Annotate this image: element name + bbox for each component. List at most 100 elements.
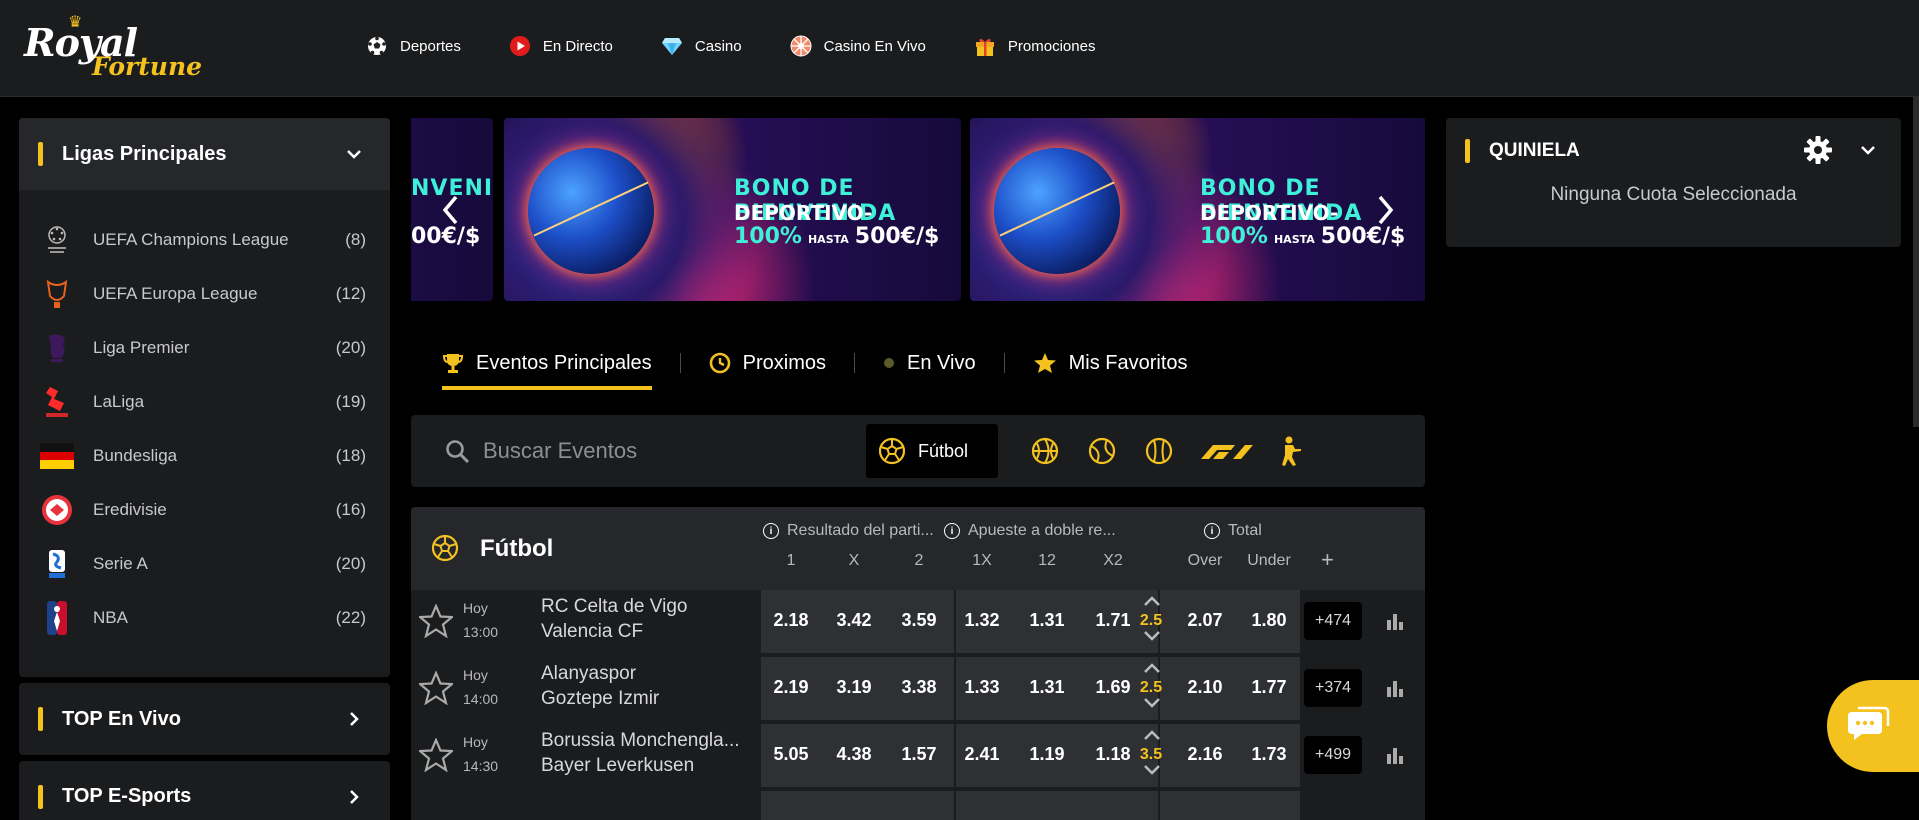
chevron-down-icon[interactable]: [1142, 763, 1162, 782]
carousel-prev-button[interactable]: [436, 190, 466, 230]
event-away-team[interactable]: Valencia CF: [541, 621, 643, 643]
odd-1x[interactable]: 1.33: [952, 677, 1012, 698]
bar-chart-icon[interactable]: [1386, 746, 1404, 769]
sport-filter-f1[interactable]: [1197, 435, 1257, 467]
promo-banner-1[interactable]: BONO DE BIENVENIDA DEPORTIVO- 100% HASTA 5…: [504, 118, 961, 301]
chevron-down-icon[interactable]: [1142, 629, 1162, 648]
table-row[interactable]: Hoy 14:30 Borussia Monchengla... Bayer L…: [411, 724, 1425, 787]
tab-proximos[interactable]: Proximos: [709, 340, 826, 386]
nav-casino-en-vivo[interactable]: Casino En Vivo: [790, 28, 926, 64]
league-item-laliga[interactable]: LaLiga (19): [19, 375, 390, 429]
odd-1x[interactable]: 2.41: [952, 744, 1012, 765]
event-home-team[interactable]: Alanyaspor: [541, 663, 636, 685]
nav-deportes[interactable]: Deportes: [366, 28, 461, 64]
search-input[interactable]: [483, 435, 783, 467]
nav-promociones[interactable]: Promociones: [974, 28, 1095, 64]
leagues-panel-header[interactable]: Ligas Principales: [19, 118, 390, 190]
odd-1[interactable]: 5.05: [761, 744, 821, 765]
odd-1x[interactable]: 1.32: [952, 610, 1012, 631]
promo-banner-carousel[interactable]: NVENIDA 00€/$ BONO DE BIENVENIDA DEPORTI…: [411, 118, 1425, 301]
more-markets-button[interactable]: +474: [1304, 602, 1362, 640]
odd-x[interactable]: 4.38: [824, 744, 884, 765]
market-doble[interactable]: i Apueste a doble re...: [944, 522, 1116, 540]
event-away-team[interactable]: Goztepe Izmir: [541, 688, 659, 710]
league-item-eredivisie[interactable]: Eredivisie (16): [19, 483, 390, 537]
royal-fortune-logo[interactable]: ♛ Royal Fortune: [24, 12, 202, 84]
sport-filter-esports[interactable]: [1273, 435, 1305, 467]
chevron-up-icon[interactable]: [1142, 594, 1162, 613]
odd-x2[interactable]: 1.71: [1083, 610, 1143, 631]
league-item-serie-a[interactable]: Serie A (20): [19, 537, 390, 591]
chevron-up-icon[interactable]: [1142, 728, 1162, 747]
favorite-star-icon[interactable]: [417, 737, 455, 777]
table-row[interactable]: Hoy 13:00 RC Celta de Vigo Valencia CF 2…: [411, 590, 1425, 653]
chevron-down-icon[interactable]: [1142, 696, 1162, 715]
league-item-liga-premier[interactable]: Liga Premier (20): [19, 321, 390, 375]
info-icon[interactable]: i: [944, 523, 960, 539]
info-icon[interactable]: i: [763, 523, 779, 539]
tab-en-vivo[interactable]: En Vivo: [883, 340, 976, 386]
quiniela-title: QUINIELA: [1489, 140, 1580, 161]
odd-12[interactable]: 1.31: [1017, 610, 1077, 631]
odd-x[interactable]: 3.42: [824, 610, 884, 631]
odd-under[interactable]: 1.80: [1239, 610, 1299, 631]
event-away-team[interactable]: Bayer Leverkusen: [541, 755, 694, 777]
sport-filter-baseball[interactable]: [1143, 435, 1175, 467]
tab-mis-favoritos[interactable]: Mis Favoritos: [1033, 340, 1188, 386]
league-item-europa-league[interactable]: UEFA Europa League (12): [19, 267, 390, 321]
odd-2[interactable]: 1.57: [889, 744, 949, 765]
chevron-down-icon[interactable]: [342, 142, 366, 166]
table-row[interactable]: Hoy 14:00 Alanyaspor Goztepe Izmir 2.19 …: [411, 657, 1425, 720]
odd-under[interactable]: 1.73: [1239, 744, 1299, 765]
live-chat-button[interactable]: [1827, 680, 1919, 772]
odd-2[interactable]: 3.59: [889, 610, 949, 631]
event-home-team[interactable]: Borussia Monchengla...: [541, 730, 740, 752]
page-scrollbar[interactable]: [1913, 97, 1919, 427]
odd-12[interactable]: 1.31: [1017, 677, 1077, 698]
league-item-bundesliga[interactable]: Bundesliga (18): [19, 429, 390, 483]
odd-2[interactable]: 3.38: [889, 677, 949, 698]
leagues-panel: Ligas Principales UEFA Champions League …: [19, 118, 390, 677]
odd-1[interactable]: 2.19: [761, 677, 821, 698]
carousel-next-button[interactable]: [1370, 190, 1400, 230]
odd-1[interactable]: 2.18: [761, 610, 821, 631]
market-total[interactable]: i Total: [1204, 522, 1262, 540]
nav-casino[interactable]: Casino: [661, 28, 742, 64]
sport-filter-tennis[interactable]: [1086, 435, 1118, 467]
bar-chart-icon[interactable]: [1386, 679, 1404, 702]
event-home-team[interactable]: RC Celta de Vigo: [541, 596, 687, 618]
leagues-panel-title: Ligas Principales: [62, 142, 227, 165]
favorite-star-icon[interactable]: [417, 603, 455, 643]
more-markets-button[interactable]: +374: [1304, 669, 1362, 707]
odd-over[interactable]: 2.07: [1175, 610, 1235, 631]
favorite-star-icon[interactable]: [417, 670, 455, 710]
info-icon[interactable]: i: [1204, 523, 1220, 539]
market-resultado[interactable]: i Resultado del parti...: [763, 522, 934, 540]
league-item-champions-league[interactable]: UEFA Champions League (8): [19, 213, 390, 267]
sport-filter-futbol[interactable]: Fútbol: [866, 424, 998, 478]
league-count: (20): [335, 338, 366, 357]
chevron-up-icon[interactable]: [1142, 661, 1162, 680]
odd-under[interactable]: 1.77: [1239, 677, 1299, 698]
tab-eventos-principales[interactable]: Eventos Principales: [442, 340, 652, 390]
odd-12[interactable]: 1.19: [1017, 744, 1077, 765]
odd-over[interactable]: 2.16: [1175, 744, 1235, 765]
league-item-nba[interactable]: NBA (22): [19, 591, 390, 645]
odd-x2[interactable]: 1.18: [1083, 744, 1143, 765]
table-row[interactable]: [411, 791, 1425, 820]
chevron-down-icon[interactable]: [1857, 139, 1879, 166]
sport-filter-basketball[interactable]: [1029, 435, 1061, 467]
promo-banner-2[interactable]: BONO DE BIENVENIDA DEPORTIVO- 100% HASTA 5…: [970, 118, 1425, 301]
top-esports-panel[interactable]: TOP E-Sports: [19, 761, 390, 820]
odd-x[interactable]: 3.19: [824, 677, 884, 698]
odd-over[interactable]: 2.10: [1175, 677, 1235, 698]
nav-en-directo[interactable]: En Directo: [509, 28, 613, 64]
chevron-right-icon[interactable]: [342, 785, 366, 809]
quiniela-header[interactable]: QUINIELA: [1446, 118, 1901, 184]
more-markets-button[interactable]: +499: [1304, 736, 1362, 774]
top-en-vivo-panel[interactable]: TOP En Vivo: [19, 683, 390, 755]
gear-icon[interactable]: [1803, 135, 1833, 170]
odd-x2[interactable]: 1.69: [1083, 677, 1143, 698]
bar-chart-icon[interactable]: [1386, 612, 1404, 635]
chevron-right-icon[interactable]: [342, 707, 366, 731]
